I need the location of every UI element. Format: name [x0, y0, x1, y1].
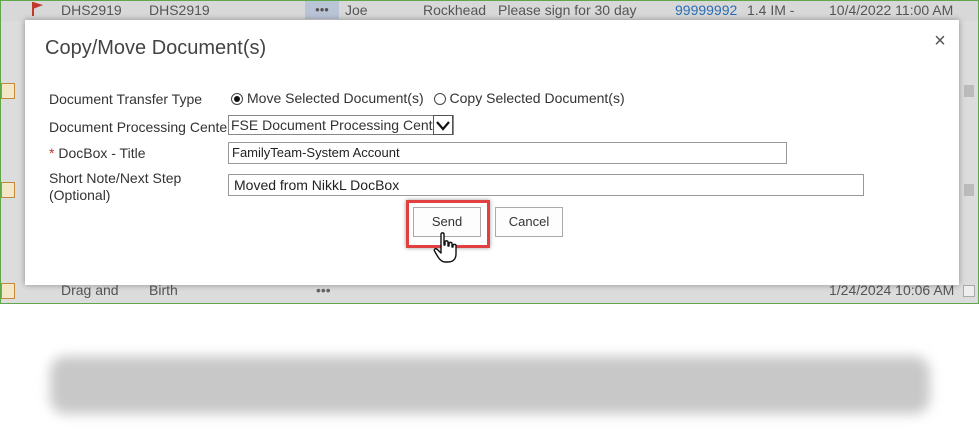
- flag-icon: [32, 2, 43, 16]
- move-radio[interactable]: [231, 93, 243, 105]
- blurred-region: [50, 356, 930, 414]
- document-icon: [1, 83, 15, 99]
- row-checkbox[interactable]: [964, 184, 974, 196]
- copy-option-label[interactable]: Copy Selected Document(s): [450, 90, 625, 106]
- move-option-label[interactable]: Move Selected Document(s): [247, 90, 424, 106]
- transfer-type-label: Document Transfer Type: [49, 91, 203, 107]
- list-row: DHS2919 DHS2919 ••• Joe Rockhead Please …: [1, 1, 978, 21]
- required-marker: *: [49, 145, 55, 161]
- close-icon[interactable]: ×: [931, 31, 949, 51]
- row-checkbox[interactable]: [964, 85, 974, 97]
- row-checkbox[interactable]: [963, 285, 975, 297]
- docbox-title-label-text: DocBox - Title: [58, 145, 146, 161]
- document-icon: [1, 182, 15, 198]
- screenshot-frame: DHS2919 DHS2919 ••• Joe Rockhead Please …: [0, 0, 979, 304]
- docbox-title-label: * DocBox - Title: [49, 145, 145, 161]
- row-menu-button[interactable]: •••: [305, 1, 339, 19]
- note-label-line1: Short Note/Next Step: [49, 170, 182, 186]
- copy-radio[interactable]: [433, 93, 446, 105]
- list-cell-case-link[interactable]: 99999992: [675, 2, 737, 18]
- processing-center-select[interactable]: FSE Document Processing Center: [228, 115, 454, 135]
- list-cell-modified: 10/4/2022 11:00 AM: [829, 2, 954, 18]
- note-input[interactable]: Moved from NikkL DocBox: [228, 174, 864, 196]
- hand-pointer-icon: [433, 232, 457, 263]
- list-cell-first-name: Joe: [345, 2, 368, 18]
- cancel-button[interactable]: Cancel: [495, 207, 563, 237]
- docbox-title-input[interactable]: FamilyTeam-System Account: [228, 142, 787, 164]
- list-cell-note: Please sign for 30 day: [498, 2, 637, 18]
- chevron-down-icon[interactable]: [433, 115, 453, 135]
- note-label-line2: (Optional): [49, 187, 111, 203]
- list-cell-last-name: Rockhead: [423, 2, 487, 18]
- processing-center-label: Document Processing Center: [49, 119, 232, 135]
- note-label: Short Note/Next Step (Optional): [49, 170, 181, 204]
- copy-move-dialog: Copy/Move Document(s) × Document Transfe…: [25, 20, 959, 285]
- list-cell-name: DHS2919: [149, 2, 210, 18]
- dialog-title: Copy/Move Document(s): [45, 37, 267, 59]
- list-cell-id: DHS2919: [61, 2, 122, 18]
- list-cell-size: 1.4 IM -: [747, 2, 795, 18]
- transfer-type-radio-group: Move Selected Document(s) Copy Selected …: [231, 90, 631, 108]
- processing-center-value: FSE Document Processing Center: [231, 117, 445, 133]
